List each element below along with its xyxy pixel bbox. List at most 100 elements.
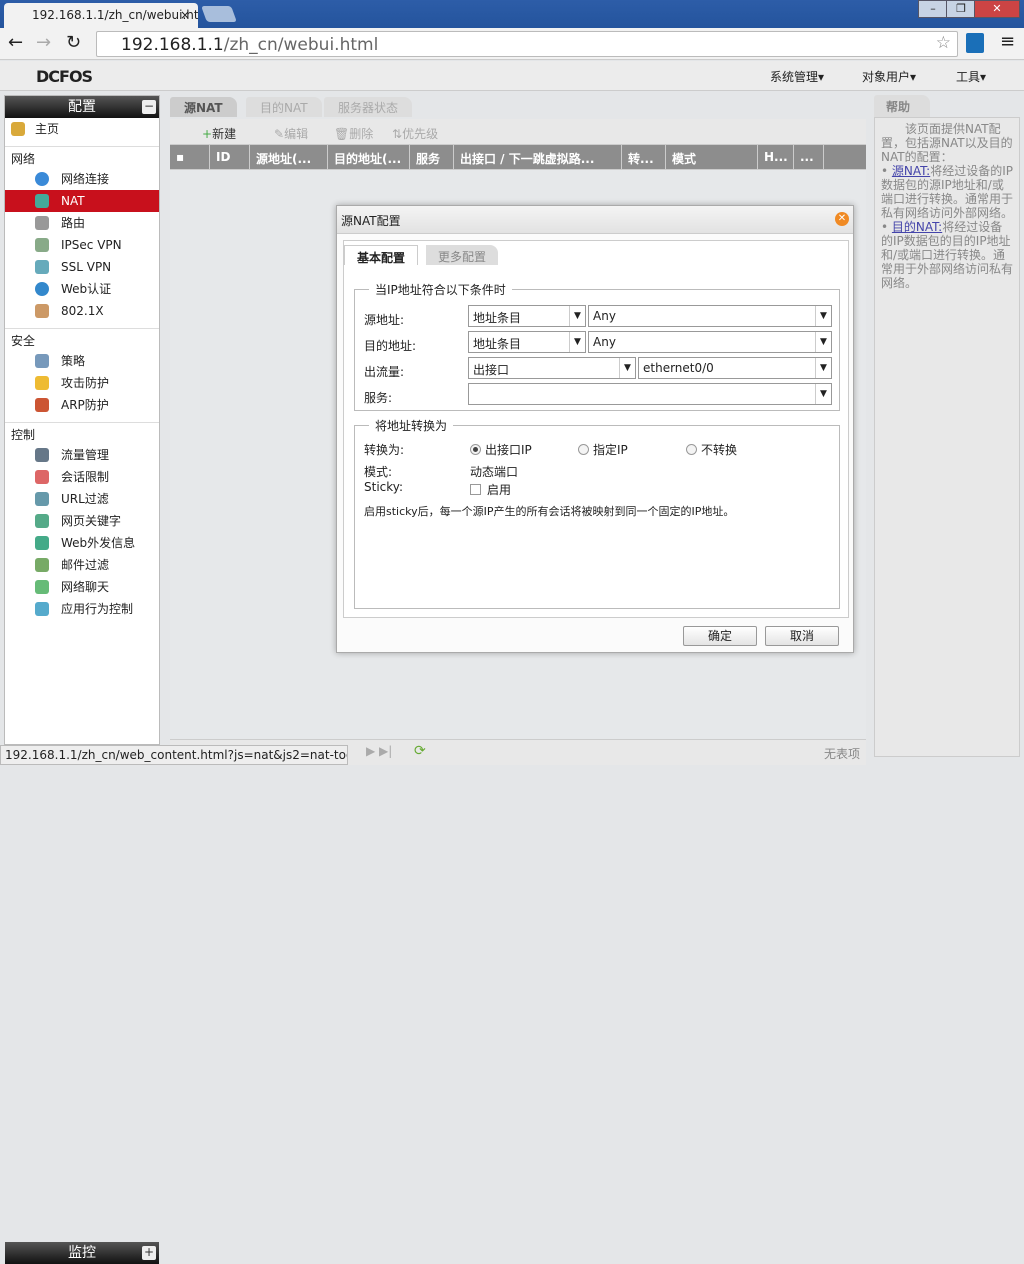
chevron-down-icon: ▼ — [815, 384, 831, 404]
radio-egress-ip[interactable]: 出接口IP — [470, 441, 532, 458]
select-all-checkbox[interactable]: ▪ — [170, 145, 210, 169]
sidebar-item-home[interactable]: 主页 — [5, 118, 159, 140]
web-post-icon — [35, 536, 49, 550]
maximize-icon[interactable]: ❐ — [946, 0, 976, 18]
col-id[interactable]: ID — [210, 145, 250, 169]
chevron-down-icon: ▼ — [815, 306, 831, 326]
back-icon[interactable]: ← — [8, 32, 23, 53]
src-type-select[interactable]: 地址条目 ▼ — [468, 305, 586, 327]
route-icon — [35, 216, 49, 230]
tab-more-config[interactable]: 更多配置 — [426, 245, 499, 265]
service-select[interactable]: ▼ — [468, 383, 832, 405]
tab-server-status[interactable]: 服务器状态 — [324, 97, 413, 117]
help-link-source-nat[interactable]: 源NAT: — [892, 164, 930, 178]
browser-tab[interactable]: 192.168.1.1/zh_cn/webui.html × — [4, 3, 198, 29]
close-window-icon[interactable]: ✕ — [974, 0, 1020, 18]
tab-title: 192.168.1.1/zh_cn/webui.html — [32, 8, 198, 22]
col-egress[interactable]: 出接口 / 下一跳虚拟路... — [454, 145, 622, 169]
sidebar-item-attack-defense[interactable]: 攻击防护 — [5, 372, 159, 394]
help-item: • 源NAT:将经过设备的IP数据包的源IP地址和/或端口进行转换。通常用于私有… — [881, 164, 1014, 220]
help-link-dest-nat[interactable]: 目的NAT: — [892, 220, 942, 234]
col-service[interactable]: 服务 — [410, 145, 454, 169]
sidebar-item-policy[interactable]: 策略 — [5, 350, 159, 372]
sidebar-item-8021x[interactable]: 802.1X — [5, 300, 159, 322]
policy-icon — [35, 354, 49, 368]
help-panel: 帮助 该页面提供NAT配置，包括源NAT以及目的NAT的配置： • 源NAT:将… — [874, 95, 1020, 765]
logo: DCFOS — [36, 67, 93, 86]
menu-objects[interactable]: 对象用户▾ — [862, 68, 916, 85]
ssl-vpn-icon — [35, 260, 49, 274]
radio-icon — [578, 444, 589, 455]
dst-value-select[interactable]: Any ▼ — [588, 331, 832, 353]
menu-system[interactable]: 系统管理▾ — [770, 68, 824, 85]
menu-icon[interactable]: ≡ — [1000, 31, 1015, 52]
sidebar-item-session-limit[interactable]: 会话限制 — [5, 466, 159, 488]
sidebar-item-arp-defense[interactable]: ARP防护 — [5, 394, 159, 416]
ok-button[interactable]: 确定 — [683, 626, 757, 646]
sidebar-item-ssl-vpn[interactable]: SSL VPN — [5, 256, 159, 278]
sidebar-item-app-control[interactable]: 应用行为控制 — [5, 598, 159, 620]
cancel-button[interactable]: 取消 — [765, 626, 839, 646]
monitor-header[interactable]: 监控 + — [5, 1242, 159, 1264]
help-item: • 目的NAT:将经过设备的IP数据包的目的IP地址和/或端口进行转换。通常用于… — [881, 220, 1014, 290]
url-input[interactable]: 192.168.1.1/zh_cn/webui.html ☆ — [96, 31, 958, 57]
sidebar-item-ipsec-vpn[interactable]: IPSec VPN — [5, 234, 159, 256]
chevron-down-icon: ▼ — [815, 358, 831, 378]
tab-basic-config[interactable]: 基本配置 — [344, 245, 419, 265]
extension-icon[interactable] — [966, 33, 984, 53]
sidebar-item-network-connection[interactable]: 网络连接 — [5, 168, 159, 190]
sidebar-item-web-post[interactable]: Web外发信息 — [5, 532, 159, 554]
col-h[interactable]: H... — [758, 145, 794, 169]
new-button[interactable]: +新建 — [202, 125, 236, 142]
next-page-icon[interactable]: ▶ ▶| — [366, 744, 392, 758]
close-dialog-icon[interactable]: ✕ — [835, 212, 849, 226]
new-tab-button[interactable] — [201, 6, 237, 22]
radio-no-translate[interactable]: 不转换 — [686, 441, 737, 458]
address-bar-row: ← → ↻ 192.168.1.1/zh_cn/webui.html ☆ ≡ — [0, 28, 1024, 60]
bookmark-star-icon[interactable]: ☆ — [936, 33, 951, 53]
egress-value-select[interactable]: ethernet0/0 ▼ — [638, 357, 832, 379]
group-control: 控制 — [5, 422, 159, 444]
col-more[interactable]: ... — [794, 145, 824, 169]
sidebar-item-mail-filter[interactable]: 邮件过滤 — [5, 554, 159, 576]
reload-icon[interactable]: ↻ — [66, 32, 81, 53]
toolbar: +新建 ✎编辑 🗑删除 ⇅优先级 — [170, 119, 866, 145]
col-dst[interactable]: 目的地址(... — [328, 145, 410, 169]
src-value-select[interactable]: Any ▼ — [588, 305, 832, 327]
delete-button[interactable]: 🗑删除 — [334, 125, 373, 142]
egress-label: 出流量: — [364, 365, 405, 379]
sidebar-item-nat[interactable]: NAT — [5, 190, 159, 212]
edit-button[interactable]: ✎编辑 — [274, 125, 308, 142]
collapse-icon[interactable]: − — [142, 100, 156, 114]
tab-source-nat[interactable]: 源NAT — [170, 97, 237, 117]
translation-legend: 将地址转换为 — [375, 419, 448, 433]
minimize-icon[interactable]: – — [918, 0, 948, 18]
sidebar-item-traffic[interactable]: 流量管理 — [5, 444, 159, 466]
priority-button[interactable]: ⇅优先级 — [392, 125, 438, 142]
sidebar-item-im[interactable]: 网络聊天 — [5, 576, 159, 598]
sidebar: 配置 − 主页 网络 网络连接 NAT 路由 IPSec VPN SSL VPN … — [4, 95, 160, 1264]
sidebar-item-url-filter[interactable]: URL过滤 — [5, 488, 159, 510]
help-body: 该页面提供NAT配置，包括源NAT以及目的NAT的配置： • 源NAT:将经过设… — [874, 117, 1020, 757]
col-mode[interactable]: 模式 — [666, 145, 758, 169]
col-src[interactable]: 源地址(... — [250, 145, 328, 169]
browser-tab-bar: 192.168.1.1/zh_cn/webui.html × – ❐ ✕ — [0, 0, 1024, 29]
forward-icon[interactable]: → — [36, 32, 51, 53]
egress-type-select[interactable]: 出接口 ▼ — [468, 357, 636, 379]
menu-tools[interactable]: 工具▾ — [956, 68, 986, 85]
radio-specified-ip[interactable]: 指定IP — [578, 441, 628, 458]
close-tab-icon[interactable]: × — [180, 8, 190, 22]
sidebar-item-route[interactable]: 路由 — [5, 212, 159, 234]
mode-value: 动态端口 — [470, 465, 519, 479]
refresh-icon[interactable]: ⟳ — [414, 743, 426, 759]
dst-type-select[interactable]: 地址条目 ▼ — [468, 331, 586, 353]
table-header: ▪ ID 源地址(... 目的地址(... 服务 出接口 / 下一跳虚拟路...… — [170, 145, 866, 169]
sticky-checkbox[interactable]: 启用 — [470, 481, 511, 498]
expand-icon[interactable]: + — [142, 1246, 156, 1260]
radio-icon — [470, 444, 481, 455]
tab-dest-nat[interactable]: 目的NAT — [246, 97, 322, 117]
col-trans[interactable]: 转... — [622, 145, 666, 169]
sidebar-item-web-auth[interactable]: Web认证 — [5, 278, 159, 300]
dialog-title: 源NAT配置 — [341, 214, 401, 228]
sidebar-item-keyword[interactable]: 网页关键字 — [5, 510, 159, 532]
